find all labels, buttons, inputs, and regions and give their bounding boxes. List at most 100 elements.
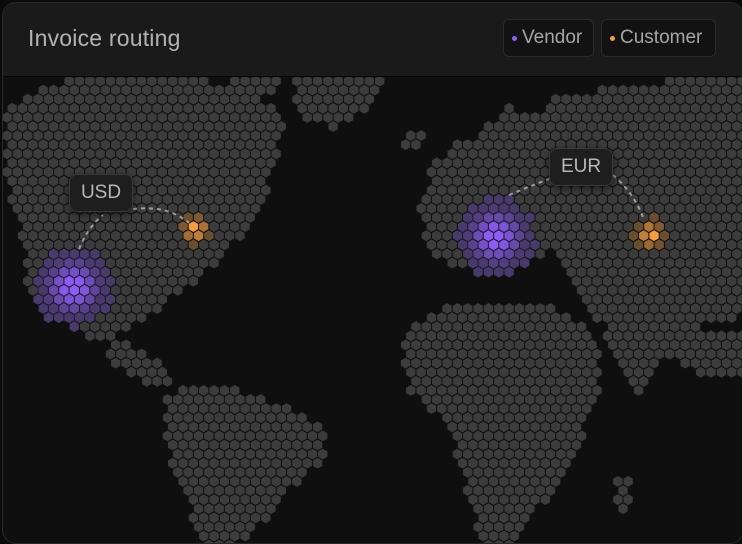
land-hex — [613, 312, 623, 323]
land-hex — [654, 348, 664, 360]
land-hex — [504, 339, 514, 351]
land-hex — [416, 203, 426, 214]
land-hex — [431, 175, 442, 187]
legend-customer[interactable]: Customer — [601, 19, 716, 57]
land-hex — [716, 166, 727, 178]
land-hex — [442, 248, 452, 260]
land-hex — [727, 112, 737, 123]
land-hex — [514, 394, 525, 405]
route-label-eur[interactable]: EUR — [549, 148, 613, 186]
land-hex — [255, 175, 266, 187]
land-hex — [7, 102, 17, 114]
land-hex — [250, 457, 261, 469]
land-hex — [147, 275, 157, 287]
land-hex — [701, 248, 711, 260]
land-hex — [654, 330, 664, 342]
legend-vendor-label: Vendor — [522, 27, 583, 48]
land-hex — [33, 221, 43, 232]
land-hex — [328, 84, 338, 96]
land-hex — [623, 330, 633, 342]
land-hex — [716, 77, 727, 87]
land-hex — [727, 348, 737, 360]
land-hex — [670, 284, 680, 296]
route-label-usd[interactable]: USD — [69, 174, 133, 212]
land-hex — [131, 157, 142, 169]
land-hex — [551, 203, 561, 214]
land-hex — [17, 157, 28, 169]
land-hex — [706, 221, 716, 232]
land-hex — [499, 385, 509, 396]
land-hex — [230, 385, 240, 396]
land-hex — [421, 212, 431, 223]
land-hex — [483, 412, 494, 424]
land-hex — [230, 203, 240, 214]
land-hex — [266, 430, 276, 442]
land-hex — [209, 257, 219, 269]
legend-vendor[interactable]: Vendor — [503, 19, 594, 57]
customer-eur-hex-cluster — [659, 230, 670, 242]
land-hex — [147, 112, 157, 123]
land-hex — [680, 121, 690, 132]
land-hex — [571, 112, 582, 123]
land-hex — [173, 193, 183, 205]
land-hex — [457, 403, 468, 414]
land-hex — [318, 430, 328, 442]
land-hex — [142, 84, 152, 96]
land-hex — [193, 485, 204, 496]
land-hex — [69, 121, 79, 132]
land-hex — [240, 494, 250, 505]
land-hex — [183, 175, 193, 187]
land-hex — [499, 366, 509, 378]
land-hex — [307, 84, 318, 96]
land-hex — [664, 348, 675, 360]
land-hex — [545, 193, 556, 205]
land-hex — [364, 93, 375, 105]
land-hex — [592, 385, 602, 396]
land-hex — [111, 284, 121, 296]
land-hex — [478, 148, 488, 160]
land-hex — [266, 448, 276, 460]
land-hex — [639, 303, 649, 314]
land-hex — [499, 403, 509, 414]
land-hex — [695, 257, 706, 269]
land-hex — [716, 330, 727, 342]
land-hex — [727, 257, 737, 269]
land-hex — [199, 512, 209, 524]
land-hex — [613, 130, 623, 141]
land-hex — [183, 121, 193, 132]
land-hex — [173, 139, 183, 151]
land-hex — [235, 84, 245, 96]
land-hex — [659, 339, 670, 351]
land-hex — [535, 303, 545, 314]
land-hex — [126, 257, 136, 269]
land-hex — [219, 239, 230, 251]
land-hex — [582, 93, 592, 105]
land-hex — [494, 375, 504, 387]
land-hex — [633, 330, 644, 342]
land-hex — [628, 84, 639, 96]
land-hex — [551, 93, 561, 105]
land-hex — [147, 294, 157, 305]
land-hex — [468, 457, 478, 469]
land-hex — [33, 184, 43, 196]
land-hex — [675, 184, 685, 196]
land-hex — [173, 466, 183, 478]
land-hex — [59, 175, 69, 187]
land-hex — [690, 284, 701, 296]
land-hex — [732, 357, 742, 369]
land-hex — [452, 193, 463, 205]
land-hex — [551, 457, 561, 469]
land-hex — [152, 248, 162, 260]
land-hex — [545, 339, 556, 351]
land-hex — [613, 494, 623, 505]
land-hex — [551, 439, 561, 451]
land-hex — [17, 193, 28, 205]
land-hex — [349, 102, 359, 114]
land-hex — [602, 130, 613, 141]
land-hex — [494, 121, 504, 132]
land-hex — [737, 184, 742, 196]
land-hex — [680, 212, 690, 223]
land-hex — [551, 421, 561, 433]
land-hex — [592, 312, 602, 323]
land-hex — [214, 175, 224, 187]
